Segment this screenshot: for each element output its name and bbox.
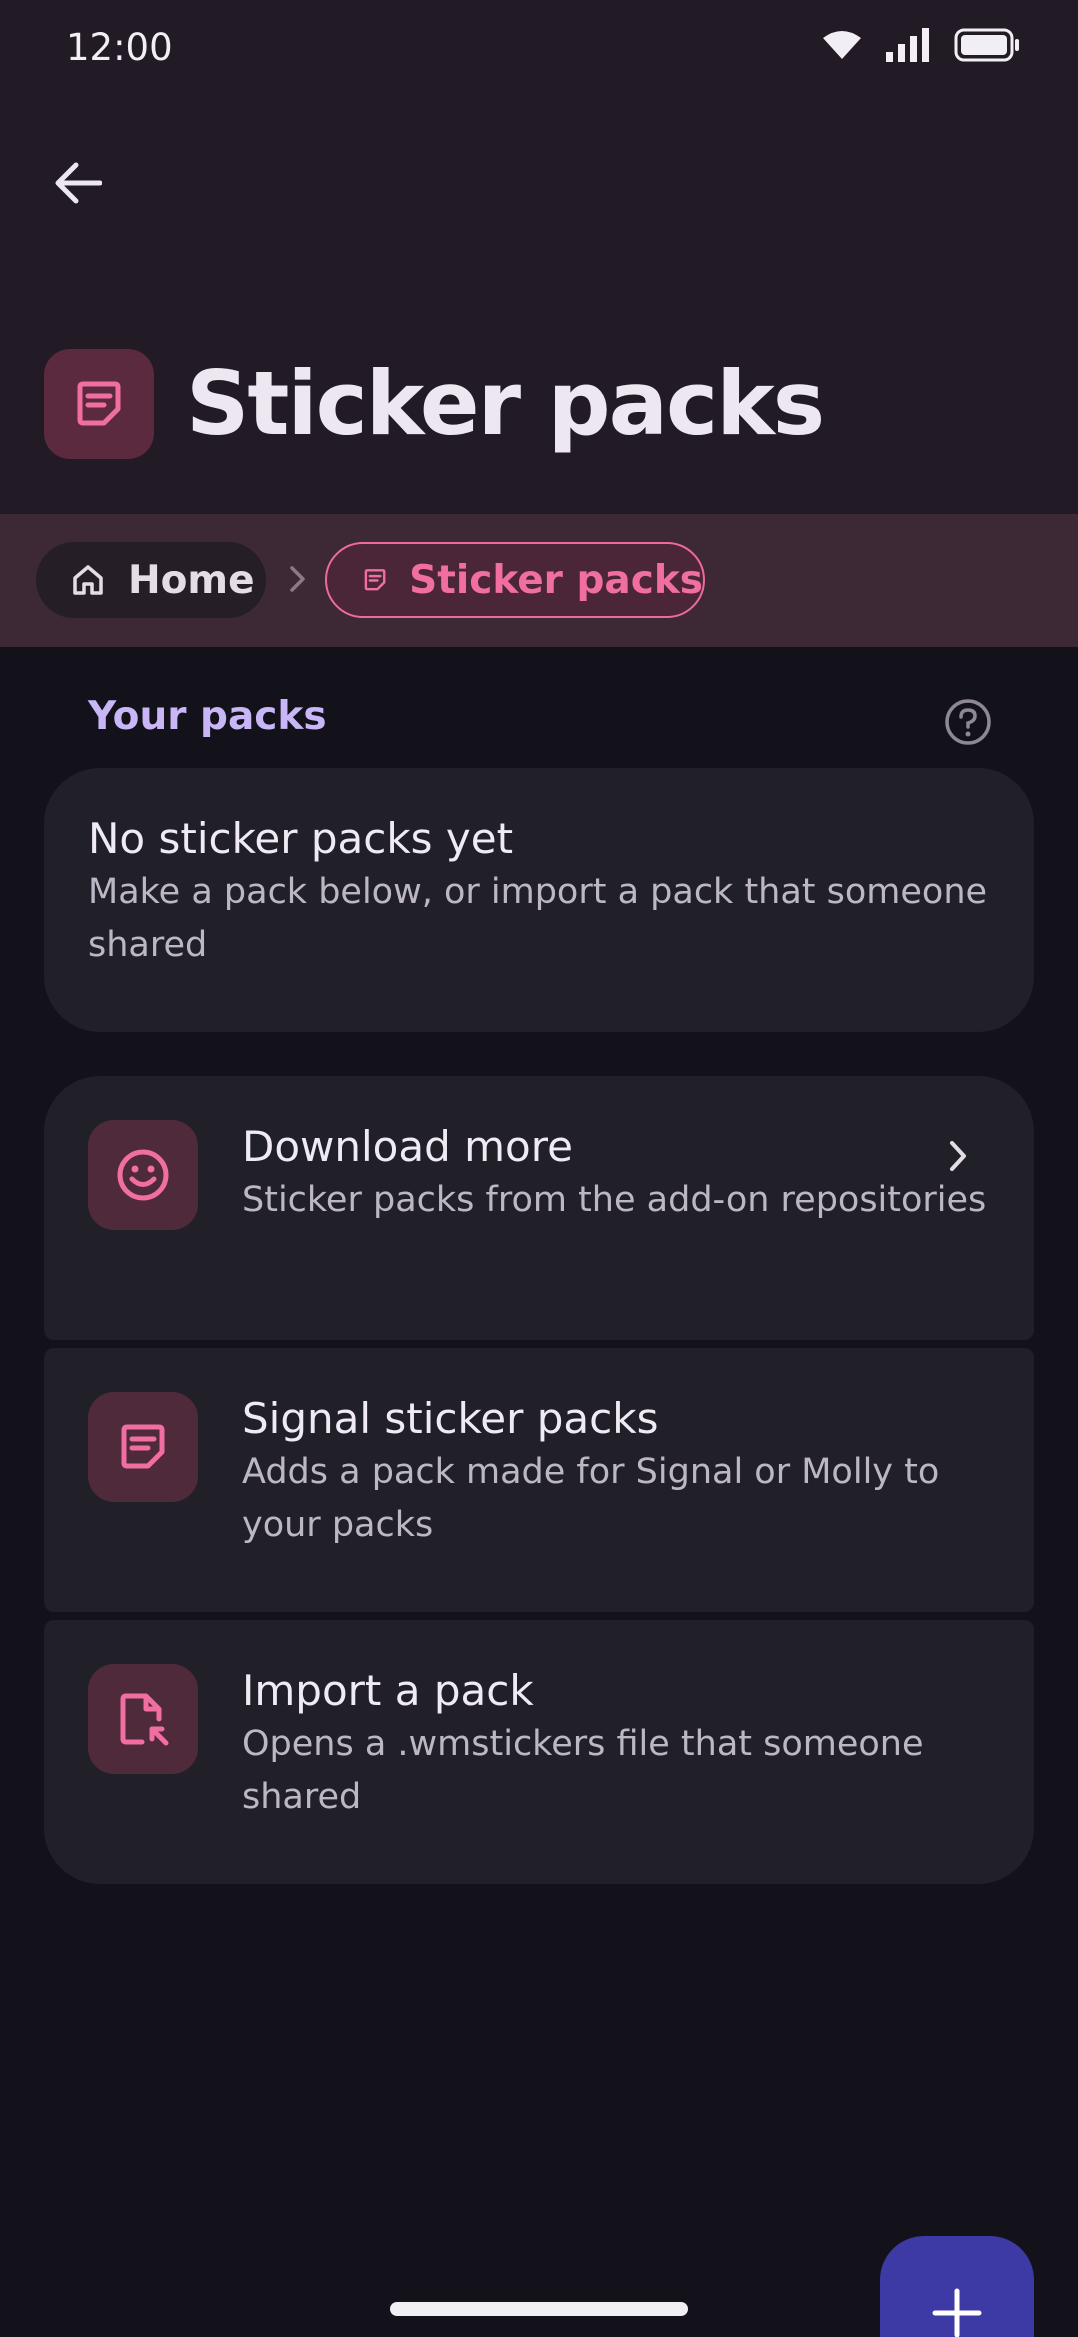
smiley-icon bbox=[117, 1149, 169, 1201]
signal-sticker-packs-option[interactable]: Signal sticker packs Adds a pack made fo… bbox=[44, 1348, 1034, 1612]
page-title-icon bbox=[44, 349, 154, 459]
option-subtitle: Sticker packs from the add-on repositori… bbox=[242, 1180, 987, 1221]
breadcrumb-home-label: Home bbox=[128, 557, 255, 603]
chevron-right-icon bbox=[290, 566, 305, 592]
option-title: Download more bbox=[242, 1122, 573, 1171]
help-button[interactable] bbox=[940, 694, 996, 750]
page-title: Sticker packs bbox=[186, 352, 825, 455]
arrow-back-icon bbox=[55, 162, 102, 204]
status-icons bbox=[822, 28, 1020, 62]
option-subtitle: Adds a pack made for Signal or Molly to … bbox=[242, 1452, 940, 1545]
battery-icon bbox=[954, 28, 1019, 62]
sticker-icon bbox=[364, 569, 386, 591]
option-title: Signal sticker packs bbox=[242, 1394, 659, 1443]
sticker-icon bbox=[77, 381, 121, 426]
empty-state-subtitle: Make a pack below, or import a pack that… bbox=[88, 872, 988, 965]
download-more-option[interactable]: Download more Sticker packs from the add… bbox=[44, 1076, 1034, 1340]
wifi-icon bbox=[823, 31, 861, 59]
option-subtitle: Opens a .wmstickers file that someone sh… bbox=[242, 1724, 924, 1817]
file-import-icon bbox=[120, 1693, 169, 1746]
signal-sticker-icon-tile bbox=[88, 1392, 198, 1502]
sticker-icon bbox=[121, 1424, 165, 1469]
breadcrumb-current-label: Sticker packs bbox=[409, 557, 703, 603]
chevron-right-icon bbox=[934, 1132, 982, 1180]
section-title-your-packs: Your packs bbox=[88, 694, 327, 739]
signal-icon bbox=[886, 28, 929, 62]
help-icon bbox=[945, 699, 991, 745]
download-more-icon-tile bbox=[88, 1120, 198, 1230]
import-pack-icon-tile bbox=[88, 1664, 198, 1774]
empty-state-title: No sticker packs yet bbox=[88, 814, 514, 863]
home-indicator[interactable] bbox=[390, 2302, 688, 2316]
plus-icon bbox=[932, 2288, 982, 2337]
add-pack-fab[interactable] bbox=[880, 2236, 1034, 2337]
import-pack-option[interactable]: Import a pack Opens a .wmstickers file t… bbox=[44, 1620, 1034, 1884]
home-icon bbox=[73, 565, 103, 595]
option-title: Import a pack bbox=[242, 1666, 534, 1715]
back-button[interactable] bbox=[40, 145, 116, 221]
breadcrumb-current[interactable]: Sticker packs bbox=[325, 542, 705, 618]
status-time: 12:00 bbox=[66, 26, 173, 69]
empty-state-card: No sticker packs yet Make a pack below, … bbox=[44, 768, 1034, 1032]
breadcrumb-home[interactable]: Home bbox=[36, 542, 266, 618]
